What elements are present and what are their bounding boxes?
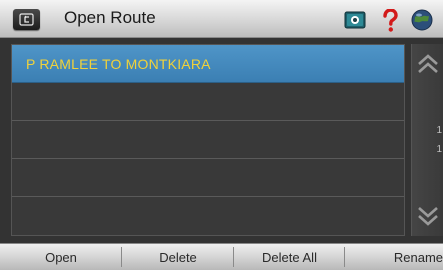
route-list[interactable]: P RAMLEE TO MONTKIARA [11, 44, 405, 236]
back-arrow-icon [19, 13, 34, 26]
open-route-screen: Open Route P RAMLEE TO MONTKIARA 1 1 Ope… [0, 0, 443, 270]
delete-button[interactable]: Delete [122, 244, 234, 270]
chevron-up-icon [418, 54, 438, 73]
chevron-down-icon [418, 207, 438, 226]
list-item[interactable] [12, 197, 404, 235]
title-bar: Open Route [0, 0, 443, 38]
back-button[interactable] [13, 9, 40, 30]
open-button[interactable]: Open [0, 244, 122, 270]
camera-icon[interactable] [344, 9, 366, 31]
delete-all-button[interactable]: Delete All [234, 244, 345, 270]
globe-icon[interactable] [411, 9, 433, 31]
scroll-up-button[interactable] [417, 54, 439, 81]
bottom-toolbar: Open Delete Delete All Rename [0, 243, 443, 270]
page-title: Open Route [64, 8, 156, 27]
list-item[interactable] [12, 83, 404, 121]
scrollbar[interactable]: 1 1 [411, 44, 443, 236]
scroll-down-button[interactable] [417, 204, 439, 231]
page-current: 1 [436, 125, 442, 136]
rename-button[interactable]: Rename [345, 244, 443, 270]
list-item[interactable] [12, 121, 404, 159]
route-name: P RAMLEE TO MONTKIARA [26, 56, 211, 72]
list-item[interactable] [12, 159, 404, 197]
list-item[interactable]: P RAMLEE TO MONTKIARA [12, 45, 404, 83]
help-icon[interactable] [379, 8, 401, 32]
page-total: 1 [436, 144, 442, 155]
